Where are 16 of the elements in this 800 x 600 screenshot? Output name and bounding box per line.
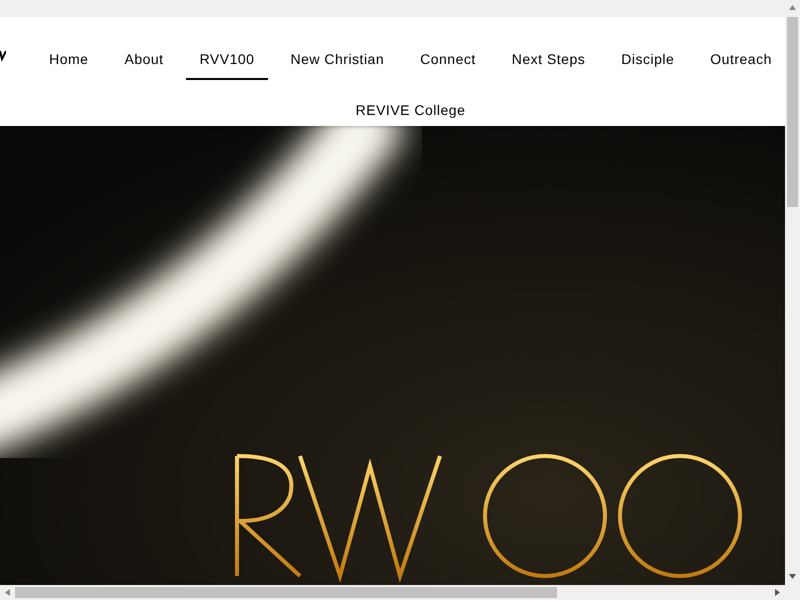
scroll-right-icon[interactable] <box>775 589 780 596</box>
scroll-down-icon[interactable] <box>789 574 796 579</box>
nav-link[interactable]: Disciple <box>607 41 688 80</box>
nav-link[interactable]: RVV100 <box>186 41 268 80</box>
nav-link[interactable]: New Christian <box>276 41 398 80</box>
nav-link[interactable]: Outreach <box>696 41 785 80</box>
nav-link[interactable]: Connect <box>406 41 490 80</box>
nav-link[interactable]: Next Steps <box>498 41 600 80</box>
logo-icon[interactable] <box>0 49 6 63</box>
scrollbar-thumb[interactable] <box>15 587 557 598</box>
scroll-up-icon[interactable] <box>789 5 796 10</box>
scrollbar-thumb[interactable] <box>787 17 798 207</box>
scroll-left-icon[interactable] <box>5 589 10 596</box>
nav-link[interactable]: REVIVE College <box>342 92 480 131</box>
nav-link[interactable]: About <box>110 41 178 80</box>
nav-link[interactable]: Home <box>35 41 102 80</box>
